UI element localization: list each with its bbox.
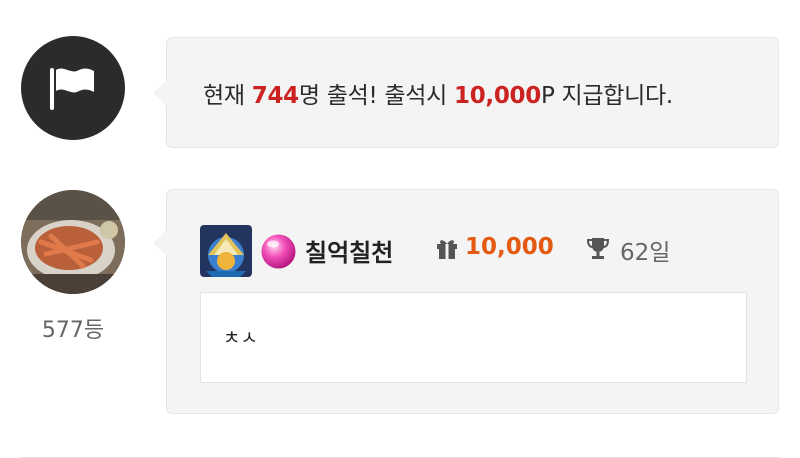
attendance-entry-bubble: 칠억칠천 10,000 62일 ㅊㅅ [153, 189, 779, 414]
user-points: 10,000 [465, 234, 554, 260]
pink-gem-icon [260, 233, 297, 270]
notice-suffix: P 지급합니다. [540, 83, 673, 109]
comment-text: ㅊㅅ [223, 327, 258, 349]
user-nickname[interactable]: 칠억칠천 [305, 233, 393, 268]
attendance-count: 744 [251, 83, 299, 109]
attendance-notice-text: 현재 744명 출석! 출석시 10,000P 지급합니다. [203, 76, 673, 110]
attendance-flag-avatar [21, 36, 125, 140]
user-rank: 577등 [41, 318, 105, 343]
flag-icon [50, 68, 94, 110]
trophy-icon [586, 238, 610, 259]
attendance-notice-bubble: 현재 744명 출석! 출석시 10,000P 지급합니다. [153, 37, 779, 148]
gift-icon [437, 240, 457, 259]
notice-middle: 명 출석! 출석시 [298, 83, 454, 109]
attendance-reward: 10,000 [453, 83, 541, 109]
notice-prefix: 현재 [203, 83, 252, 109]
attendance-days: 62일 [620, 240, 671, 266]
user-avatar[interactable] [21, 190, 125, 294]
comment-box: ㅊㅅ [200, 292, 747, 383]
level-badge-icon [200, 225, 252, 277]
